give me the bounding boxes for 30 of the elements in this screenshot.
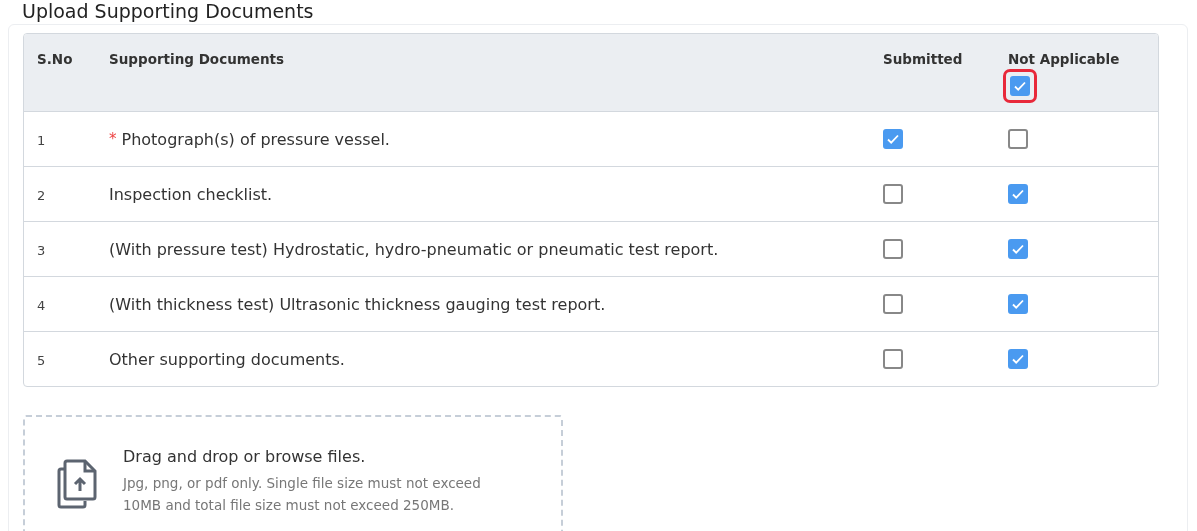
not-applicable-checkbox[interactable]: [1008, 184, 1028, 204]
document-name: Photograph(s) of pressure vessel.: [121, 129, 390, 149]
required-mark: *: [109, 130, 117, 148]
not-applicable-checkbox[interactable]: [1008, 349, 1028, 369]
dropzone-title: Drag and drop or browse files.: [123, 447, 367, 466]
document-name: (With pressure test) Hydrostatic, hydro-pneumatic or pneumatic test report.: [109, 239, 719, 259]
submitted-checkbox[interactable]: [883, 239, 903, 259]
file-dropzone[interactable]: Drag and drop or browse files. Jpg, png, or pdf only. Single file size must not exceed 10MB and total file size must not exceed 250MB.: [23, 415, 563, 531]
row-number: 3: [37, 242, 46, 258]
document-name: Other supporting documents.: [109, 349, 345, 369]
dropzone-hint: Jpg, png, or pdf only. Single file size must not exceed 10MB and total file size must not exceed 250MB.: [123, 474, 482, 515]
document-name: Inspection checklist.: [109, 184, 273, 204]
row-number: 4: [37, 297, 46, 313]
column-header: Submitted: [883, 51, 963, 67]
row-number: 5: [37, 352, 46, 368]
submitted-checkbox[interactable]: [883, 294, 903, 314]
column-header: Supporting Documents: [109, 51, 285, 67]
column-header: S.No: [37, 51, 73, 67]
not-applicable-checkbox[interactable]: [1008, 239, 1028, 259]
submitted-checkbox[interactable]: [883, 349, 903, 369]
submitted-checkbox[interactable]: [883, 129, 903, 149]
submitted-checkbox[interactable]: [883, 184, 903, 204]
row-number: 1: [37, 132, 46, 148]
select-all-checkbox[interactable]: [1010, 76, 1030, 96]
row-number: 2: [37, 187, 46, 203]
document-name: (With thickness test) Ultrasonic thickness gauging test report.: [109, 294, 606, 314]
not-applicable-checkbox[interactable]: [1008, 129, 1028, 149]
section-title: Upload Supporting Documents: [21, 0, 315, 24]
column-header: Not Applicable: [1008, 51, 1120, 67]
not-applicable-checkbox[interactable]: [1008, 294, 1028, 314]
